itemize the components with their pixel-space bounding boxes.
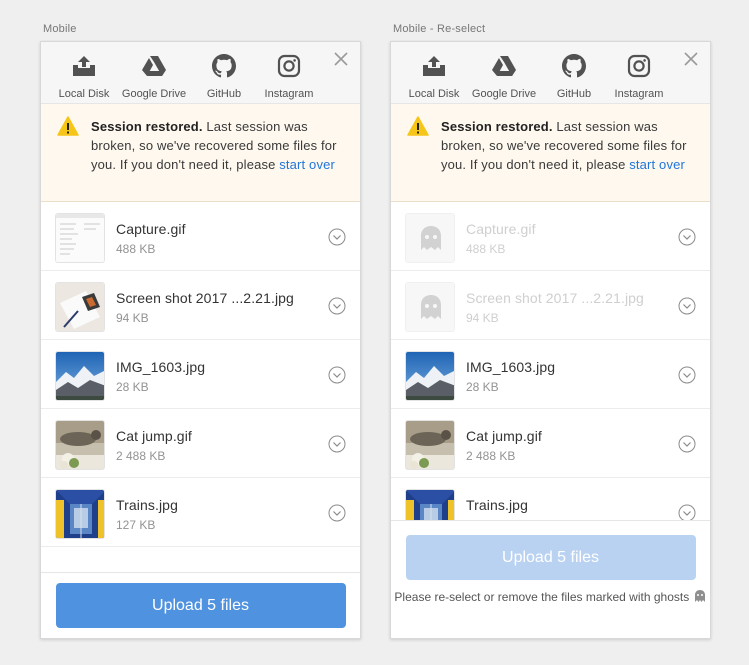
chevron-down-icon[interactable]: [328, 228, 346, 246]
file-row[interactable]: Capture.gif 488 KB: [41, 202, 360, 271]
warning-icon: [57, 116, 79, 141]
file-thumbnail: [55, 213, 105, 263]
upload-button[interactable]: Upload 5 files: [55, 583, 346, 628]
file-size: 28 KB: [466, 380, 499, 394]
file-size: 2 488 KB: [116, 449, 166, 463]
start-over-link[interactable]: start over: [279, 157, 335, 172]
chevron-down-icon[interactable]: [678, 297, 696, 315]
file-row[interactable]: Screen shot 2017 ...2.21.jpg 94 KB: [41, 271, 360, 340]
uploader-panel-reselect: Local Disk Google Drive GitHub Instagram…: [390, 41, 711, 639]
file-size: 488 KB: [466, 242, 506, 256]
upload-footer: Upload 5 files Please re-select or remov…: [391, 520, 710, 638]
file-thumbnail: [55, 282, 105, 332]
reselect-note-text: Please re-select or remove the files mar…: [394, 590, 690, 604]
frame-label: Mobile - Re-select: [393, 23, 486, 35]
file-name: Screen shot 2017 ...2.21.jpg: [466, 290, 644, 306]
source-label: Local Disk: [58, 88, 110, 100]
close-icon[interactable]: [332, 50, 350, 68]
frame-label: Mobile: [43, 23, 77, 35]
file-row[interactable]: IMG_1603.jpg 28 KB: [391, 340, 710, 409]
source-label: Instagram: [264, 88, 314, 100]
instagram-icon: [599, 52, 679, 80]
file-size: 127 KB: [116, 518, 156, 532]
chevron-down-icon[interactable]: [678, 228, 696, 246]
alert-title: Session restored.: [91, 119, 203, 134]
file-list: Capture.gif 488 KB Screen shot 2017 ...2…: [41, 202, 360, 547]
file-name: Capture.gif: [116, 221, 186, 237]
source-label: Instagram: [614, 88, 664, 100]
reselect-note: Please re-select or remove the files mar…: [391, 589, 710, 606]
file-name: Cat jump.gif: [116, 428, 192, 444]
file-thumbnail: [405, 420, 455, 470]
google-drive-icon: [114, 52, 194, 80]
file-name: IMG_1603.jpg: [116, 359, 206, 375]
file-size: 2 488 KB: [466, 449, 516, 463]
chevron-down-icon[interactable]: [678, 366, 696, 384]
chevron-down-icon[interactable]: [678, 435, 696, 453]
upload-button: Upload 5 files: [405, 535, 696, 580]
ghost-thumbnail: [405, 282, 455, 332]
start-over-link[interactable]: start over: [629, 157, 685, 172]
session-restored-alert: Session restored. Last session was broke…: [41, 104, 360, 202]
file-name: Trains.jpg: [466, 497, 528, 513]
file-name: IMG_1603.jpg: [466, 359, 556, 375]
file-row[interactable]: Screen shot 2017 ...2.21.jpg 94 KB: [391, 271, 710, 340]
source-label: Local Disk: [408, 88, 460, 100]
file-size: 28 KB: [116, 380, 149, 394]
source-instagram-button[interactable]: Instagram: [249, 52, 329, 100]
ghost-thumbnail: [405, 213, 455, 263]
local-disk-icon: [44, 52, 124, 80]
source-local-disk-button[interactable]: Local Disk: [44, 52, 124, 100]
chevron-down-icon[interactable]: [328, 297, 346, 315]
chevron-down-icon[interactable]: [328, 504, 346, 522]
source-local-disk-button[interactable]: Local Disk: [394, 52, 474, 100]
file-row[interactable]: IMG_1603.jpg 28 KB: [41, 340, 360, 409]
instagram-icon: [249, 52, 329, 80]
source-label: Google Drive: [471, 88, 537, 100]
file-thumbnail: [55, 489, 105, 539]
ghost-icon: [693, 590, 707, 604]
file-row[interactable]: Trains.jpg 127 KB: [41, 478, 360, 547]
source-toolbar: Local Disk Google Drive GitHub Instagram: [391, 42, 710, 104]
uploader-panel-mobile: Local Disk Google Drive GitHub Instagram…: [40, 41, 361, 639]
alert-message: Session restored. Last session was broke…: [441, 117, 698, 174]
upload-footer: Upload 5 files: [41, 572, 360, 638]
file-size: 94 KB: [466, 311, 499, 325]
file-size: 94 KB: [116, 311, 149, 325]
source-toolbar: Local Disk Google Drive GitHub Instagram: [41, 42, 360, 104]
google-drive-icon: [464, 52, 544, 80]
warning-icon: [407, 116, 429, 141]
chevron-down-icon[interactable]: [328, 366, 346, 384]
file-row[interactable]: Cat jump.gif 2 488 KB: [41, 409, 360, 478]
close-icon[interactable]: [682, 50, 700, 68]
source-google-drive-button[interactable]: Google Drive: [114, 52, 194, 100]
file-name: Screen shot 2017 ...2.21.jpg: [116, 290, 294, 306]
file-list: Capture.gif 488 KB Screen shot 2017 ...2…: [391, 202, 710, 547]
file-name: Trains.jpg: [116, 497, 178, 513]
file-name: Capture.gif: [466, 221, 536, 237]
file-thumbnail: [55, 420, 105, 470]
file-thumbnail: [55, 351, 105, 401]
session-restored-alert: Session restored. Last session was broke…: [391, 104, 710, 202]
file-row[interactable]: Capture.gif 488 KB: [391, 202, 710, 271]
alert-message: Session restored. Last session was broke…: [91, 117, 348, 174]
local-disk-icon: [394, 52, 474, 80]
alert-title: Session restored.: [441, 119, 553, 134]
source-instagram-button[interactable]: Instagram: [599, 52, 679, 100]
chevron-down-icon[interactable]: [328, 435, 346, 453]
file-size: 488 KB: [116, 242, 156, 256]
file-row[interactable]: Cat jump.gif 2 488 KB: [391, 409, 710, 478]
source-google-drive-button[interactable]: Google Drive: [464, 52, 544, 100]
source-label: Google Drive: [121, 88, 187, 100]
file-name: Cat jump.gif: [466, 428, 542, 444]
file-thumbnail: [405, 351, 455, 401]
